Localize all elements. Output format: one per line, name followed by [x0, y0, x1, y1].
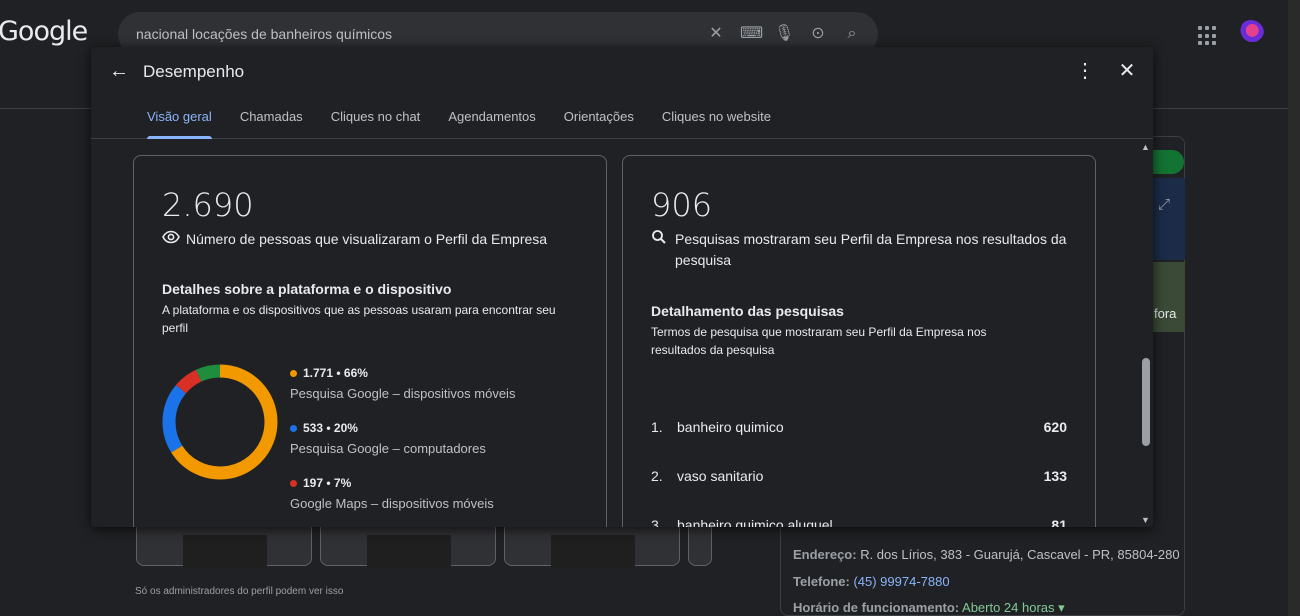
admin-note: Só os administradores do perfil podem ve…: [135, 586, 344, 597]
tab-bar: Visão geral Chamadas Cliques no chat Age…: [133, 107, 785, 139]
platform-donut-chart: [162, 364, 278, 480]
expand-icon[interactable]: ⤢: [1158, 196, 1170, 213]
views-count: 2.690: [162, 186, 254, 224]
searches-count: 906: [651, 186, 713, 224]
term-rank: 1.: [651, 418, 663, 435]
legend-value: 1.771 • 66%: [303, 366, 368, 380]
search-input[interactable]: nacional locações de banheiros químicos: [136, 26, 392, 42]
performance-dialog: ← Desempenho ⋮ ✕ Visão geral Chamadas Cl…: [91, 47, 1153, 527]
tab-cliques-website[interactable]: Cliques no website: [648, 107, 785, 139]
apps-grid-icon[interactable]: [1198, 26, 1218, 46]
scroll-up-arrow-icon[interactable]: ▲: [1141, 142, 1150, 152]
legend-item: 533 • 20% Pesquisa Google – computadores: [290, 421, 515, 456]
dialog-scrollbar[interactable]: ▲ ▼: [1139, 140, 1153, 527]
clear-icon[interactable]: ✕: [706, 24, 726, 44]
legend-item: 197 • 7% Google Maps – dispositivos móve…: [290, 476, 515, 511]
legend-label: Google Maps – dispositivos móveis: [290, 496, 494, 511]
term-name: vaso sanitario: [677, 467, 764, 484]
address-value: R. dos Lírios, 383 - Guarujá, Cascavel -…: [856, 547, 1180, 562]
legend-label: Pesquisa Google – computadores: [290, 441, 486, 456]
tab-chamadas[interactable]: Chamadas: [226, 107, 317, 139]
search-term-row: 2. vaso sanitario 133: [651, 451, 1067, 500]
hours-row: Horário de funcionamento: Aberto 24 hora…: [793, 600, 1065, 616]
hours-dropdown[interactable]: Aberto 24 horas ▾: [959, 600, 1065, 615]
search-terms-list: 1. banheiro quimico 620 2. vaso sanitari…: [651, 402, 1067, 528]
legend-value: 197 • 7%: [303, 476, 352, 490]
platform-details-title: Detalhes sobre a plataforma e o disposit…: [162, 281, 452, 297]
legend-label: Pesquisa Google – dispositivos móveis: [290, 386, 516, 401]
photo-caption: fora: [1154, 306, 1177, 321]
dialog-title: Desempenho: [143, 62, 245, 81]
searches-description-row: Pesquisas mostraram seu Perfil da Empres…: [651, 229, 1071, 271]
search-breakdown-title: Detalhamento das pesquisas: [651, 303, 844, 319]
platform-details-text: A plataforma e os dispositivos que as pe…: [162, 303, 556, 335]
legend-item: 1.771 • 66% Pesquisa Google – dispositiv…: [290, 366, 515, 401]
search-term-row: 3. banheiro quimico aluguel 81: [651, 500, 1067, 528]
term-count: 620: [1043, 418, 1067, 435]
views-description-row: Número de pessoas que visualizaram o Per…: [162, 229, 547, 250]
phone-row: Telefone: (45) 99974-7880: [793, 574, 950, 589]
term-name: banheiro quimico: [677, 418, 784, 435]
term-count: 81: [1051, 516, 1067, 528]
search-breakdown-text: Termos de pesquisa que mostraram seu Per…: [651, 325, 987, 357]
term-count: 133: [1043, 467, 1067, 484]
address-label: Endereço:: [793, 547, 857, 562]
page-scrollbar[interactable]: [1288, 0, 1300, 616]
eye-icon: [162, 229, 186, 250]
phone-label: Telefone:: [793, 574, 850, 589]
mic-icon[interactable]: 🎙: [774, 24, 794, 44]
dialog-content: 2.690 Número de pessoas que visualizaram…: [91, 140, 1137, 527]
searches-card: 906 Pesquisas mostraram seu Perfil da Em…: [622, 155, 1096, 527]
term-rank: 2.: [651, 467, 663, 484]
platform-legend: 1.771 • 66% Pesquisa Google – dispositiv…: [290, 366, 515, 527]
tab-visao-geral[interactable]: Visão geral: [133, 107, 226, 139]
legend-value: 533 • 20%: [303, 421, 358, 435]
google-logo[interactable]: Google: [0, 16, 88, 47]
search-icon[interactable]: ⌕: [842, 24, 862, 44]
scrollbar-thumb[interactable]: [1142, 358, 1150, 446]
legend-dot-red: [290, 479, 297, 487]
back-arrow-icon[interactable]: ←: [105, 59, 133, 83]
tab-orientacoes[interactable]: Orientações: [550, 107, 648, 139]
avatar[interactable]: [1238, 20, 1264, 46]
scroll-down-arrow-icon[interactable]: ▼: [1141, 515, 1150, 525]
legend-dot-blue: [290, 424, 297, 432]
search-term-row: 1. banheiro quimico 620: [651, 402, 1067, 451]
keyboard-icon[interactable]: ⌨: [740, 24, 763, 44]
term-name: banheiro quimico aluguel: [677, 516, 833, 528]
more-options-icon[interactable]: ⋮: [1075, 59, 1095, 83]
address-row: Endereço: R. dos Lírios, 383 - Guarujá, …: [793, 547, 1180, 562]
dialog-header: ← Desempenho ⋮ ✕ Visão geral Chamadas Cl…: [91, 47, 1153, 139]
term-rank: 3.: [651, 516, 663, 528]
search-icon: [651, 229, 675, 271]
hours-label: Horário de funcionamento:: [793, 600, 960, 615]
legend-dot-orange: [290, 369, 297, 377]
searches-description: Pesquisas mostraram seu Perfil da Empres…: [675, 231, 1067, 268]
phone-link[interactable]: (45) 99974-7880: [850, 574, 949, 589]
tab-agendamentos[interactable]: Agendamentos: [434, 107, 549, 139]
views-card: 2.690 Número de pessoas que visualizaram…: [133, 155, 607, 527]
tab-cliques-chat[interactable]: Cliques no chat: [317, 107, 435, 139]
lens-icon[interactable]: ⊙: [808, 24, 828, 44]
close-icon[interactable]: ✕: [1115, 59, 1139, 83]
views-description: Número de pessoas que visualizaram o Per…: [186, 231, 548, 247]
